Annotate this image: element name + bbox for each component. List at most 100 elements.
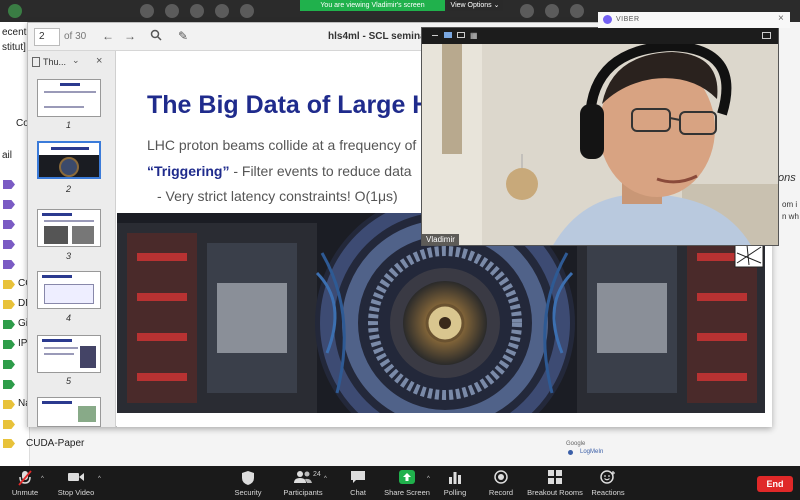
map-label: LogMeIn (580, 449, 604, 455)
control-label: Record (488, 488, 514, 497)
thumbnail-number: 1 (66, 120, 72, 130)
label-tag-icon (3, 300, 15, 309)
video-camera-icon (46, 470, 106, 486)
browser-tab-icon (215, 4, 229, 18)
search-icon[interactable] (150, 29, 162, 44)
participant-count: 24 (313, 471, 321, 478)
record-icon (471, 470, 531, 486)
bg-right-text: n wh (782, 212, 799, 221)
control-label: Participants (283, 488, 323, 497)
slide-text-line: LHC proton beams collide at a frequency … (147, 137, 417, 153)
control-label: Breakout Rooms (527, 488, 583, 497)
end-meeting-button[interactable]: End (757, 476, 793, 492)
thumbnail-number: 3 (66, 251, 72, 261)
sharing-banner: You are viewing Vladimir's screen (300, 0, 445, 11)
thumbnail-line (44, 220, 94, 222)
chevron-up-icon[interactable]: ^ (98, 476, 101, 482)
participant-name-label: Vladimir (422, 234, 459, 245)
control-label: Security (234, 488, 262, 497)
label-tag-icon (3, 320, 15, 329)
notification-app-name: VIBER (616, 16, 640, 23)
record-button[interactable]: Record (471, 470, 531, 497)
slide-emphasis: “Triggering” (147, 163, 230, 179)
view-options-button[interactable]: View Options ⌄ (447, 0, 503, 11)
slide-text-line: “Triggering” - Filter events to reduce d… (147, 163, 412, 179)
browser-tab-icon (570, 4, 584, 18)
chevron-down-icon[interactable]: ⌄ (72, 55, 80, 66)
bg-sidebar-text: ecent (2, 27, 27, 38)
label-tag-icon (3, 200, 15, 209)
browser-tab-icon (8, 4, 22, 18)
chevron-down-icon: ⌄ (491, 2, 500, 9)
browser-tab-icon (165, 4, 179, 18)
bg-sidebar-text: ail (2, 150, 13, 161)
back-arrow-icon[interactable]: ← (102, 29, 114, 43)
close-icon[interactable]: × (778, 13, 784, 24)
close-icon[interactable]: × (96, 55, 102, 67)
breakout-rooms-button[interactable]: Breakout Rooms (525, 470, 585, 497)
security-button[interactable]: Security (218, 470, 278, 497)
reactions-icon (578, 470, 638, 486)
participant-video (422, 44, 778, 245)
bg-sidebar-item: CUDA-Paper (3, 438, 84, 449)
thumbnail-page[interactable] (37, 79, 101, 117)
slide-title: The Big Data of Large H (147, 91, 431, 119)
thumbnail-detector-image (59, 157, 79, 177)
chevron-up-icon[interactable]: ^ (324, 476, 327, 482)
bg-map-fragment: Google LogMeIn (560, 433, 640, 461)
thumbnail-number: 2 (66, 184, 72, 194)
slide-bullet: - Very strict latency constraints! O(1μs… (157, 188, 398, 204)
label-tag-icon (3, 420, 15, 429)
bg-right-text: om i (782, 200, 798, 209)
chevron-up-icon[interactable]: ^ (41, 476, 44, 482)
video-feed (422, 44, 778, 245)
viber-notification[interactable]: VIBER × (598, 12, 790, 28)
thumbnail-page[interactable] (37, 397, 101, 427)
exit-fullscreen-icon[interactable] (762, 32, 771, 39)
thumbnail-title-bar (60, 83, 80, 86)
thumbnail-number: 5 (66, 376, 72, 386)
label-tag-icon (3, 260, 15, 269)
thumbnails-header: Thu... ⌄ × (28, 51, 116, 73)
bg-right-text: ons (778, 172, 796, 184)
minimize-icon[interactable] (432, 35, 438, 36)
thumbnail-title-bar (51, 147, 89, 150)
label-tag-icon (3, 340, 15, 349)
thumbnail-number: 4 (66, 313, 72, 323)
view-mode-icon[interactable] (444, 32, 452, 38)
viber-icon (603, 15, 612, 24)
thumbnail-line (44, 347, 78, 349)
control-label: Reactions (591, 488, 625, 497)
thumbnail-title-bar (42, 275, 72, 278)
browser-tab-icon (140, 4, 154, 18)
stop-video-button[interactable]: Stop Video (46, 470, 106, 497)
participants-button[interactable]: Participants (273, 470, 333, 497)
label-tag-icon (3, 280, 15, 289)
label-tag-icon (3, 220, 15, 229)
thumbnail-page[interactable] (37, 209, 101, 247)
video-tile-toolbar: ▦ (422, 28, 778, 44)
label-tag-icon (3, 439, 15, 448)
thumbnail-title-bar (42, 401, 72, 404)
shield-icon (218, 470, 278, 486)
sidebar-toggle-icon[interactable] (32, 57, 40, 67)
pencil-icon[interactable]: ✎ (178, 29, 188, 43)
participant-video-tile[interactable]: ▦ Vladimir (421, 27, 779, 246)
thumbnail-line (44, 353, 74, 355)
forward-arrow-icon[interactable]: → (124, 29, 136, 43)
page-number-input[interactable]: 2 (34, 28, 60, 46)
thumbnail-diagram (44, 284, 94, 304)
label-tag-icon (3, 180, 15, 189)
label-tag-icon (3, 360, 15, 369)
meeting-controls-bar: Unmute ^ Stop Video ^ Security Participa… (0, 466, 800, 500)
slide-text: - Filter events to reduce data (229, 163, 412, 179)
grid-view-icon[interactable]: ▦ (470, 32, 478, 40)
thumbnail-page[interactable] (37, 271, 101, 309)
map-label: Google (566, 441, 586, 447)
breakout-rooms-icon (525, 470, 585, 486)
thumbnail-page-selected[interactable] (37, 141, 101, 179)
thumbnails-label: Thu... (43, 57, 67, 67)
reactions-button[interactable]: Reactions (578, 470, 638, 497)
thumbnail-page[interactable] (37, 335, 101, 373)
speaker-view-icon[interactable] (457, 32, 465, 38)
